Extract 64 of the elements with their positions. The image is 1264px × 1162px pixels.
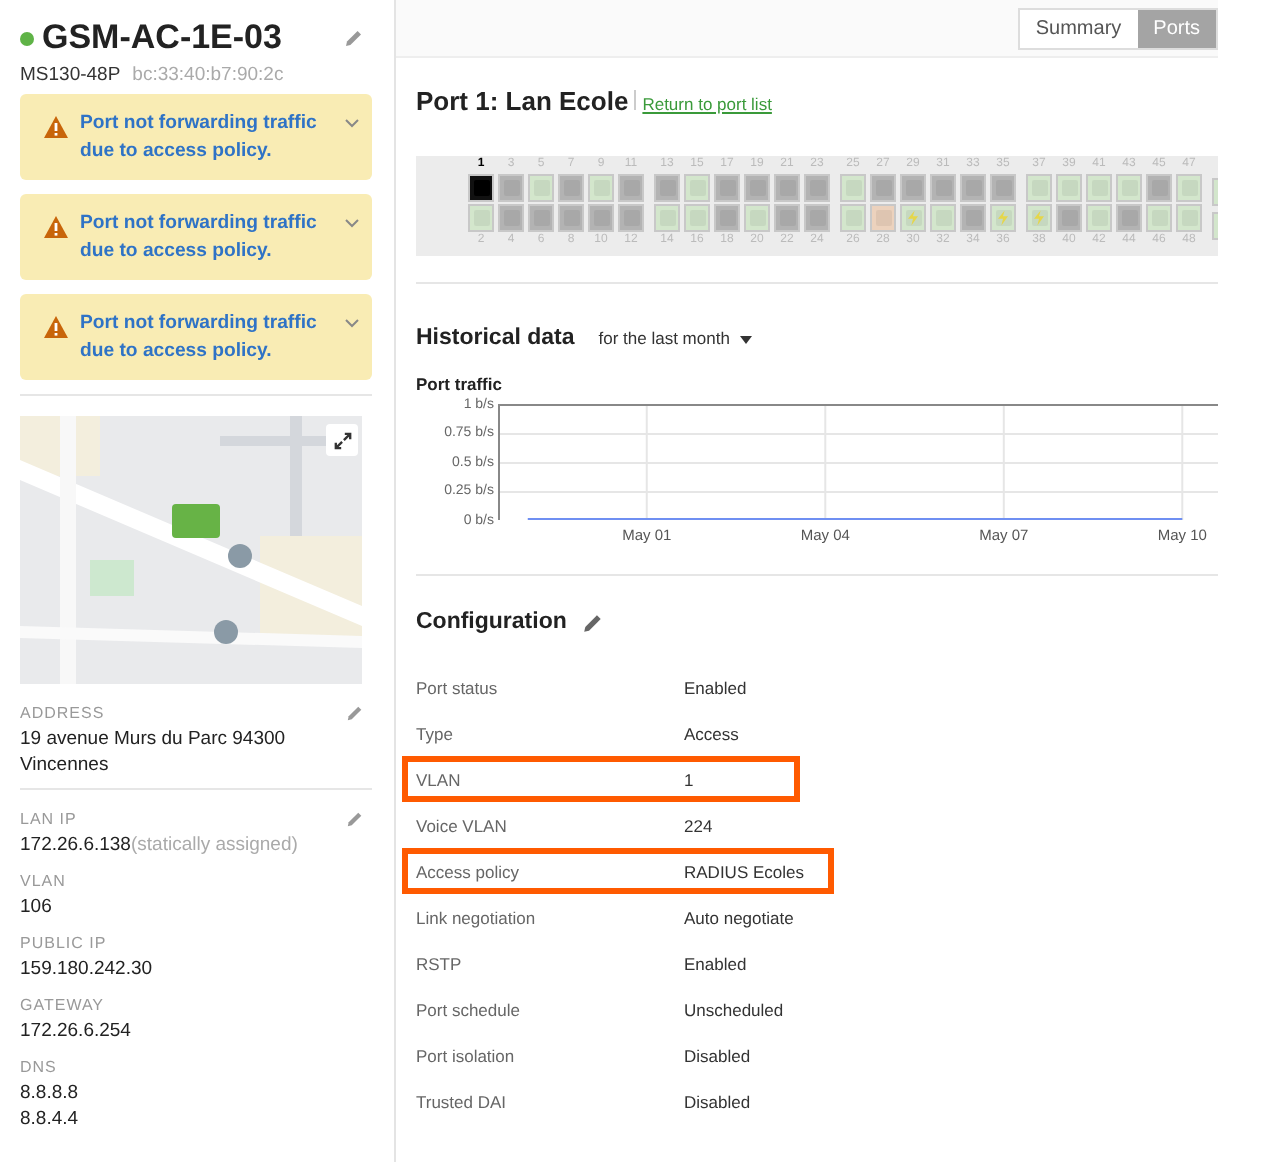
edit-icon[interactable]	[582, 611, 605, 633]
field-note: (statically assigned)	[130, 832, 298, 858]
field-label: LAN IP	[20, 810, 77, 828]
alert-message: Port not forwarding traffic due to access policy.	[80, 110, 319, 166]
lightning-icon	[998, 210, 1008, 226]
config-value: RADIUS Ecoles	[684, 861, 804, 881]
warning-icon	[44, 316, 68, 338]
device-model: MS130-48P	[20, 64, 121, 86]
field-label: ADDRESS	[20, 704, 105, 722]
expand-icon	[333, 431, 351, 449]
caret-icon	[740, 335, 753, 344]
config-value: Access	[684, 723, 739, 743]
config-value: Disabled	[684, 1091, 751, 1111]
return-link[interactable]: Return to port list	[642, 94, 772, 114]
config-label: Port status	[416, 677, 500, 697]
field-value: 159.180.242.30	[20, 956, 153, 982]
config-value: Enabled	[684, 677, 747, 697]
fullscreen-button[interactable]	[326, 424, 358, 456]
field-label: PUBLIC IP	[20, 934, 107, 952]
config-value: Disabled	[684, 1045, 751, 1065]
alert-message: Port not forwarding traffic due to access policy.	[80, 210, 319, 266]
config-value: Enabled	[684, 953, 747, 973]
field-value: 8.8.4.4	[20, 1106, 79, 1132]
chart-title: Port traffic	[416, 374, 504, 394]
config-label: Port isolation	[416, 1045, 517, 1065]
config-label: RSTP	[416, 953, 464, 973]
field-value: 172.26.6.254	[20, 1018, 131, 1044]
chevron-icon[interactable]	[344, 318, 360, 328]
config-label: Link negotiation	[416, 907, 538, 927]
config-label: Type	[416, 723, 455, 743]
chevron-icon[interactable]	[344, 118, 360, 128]
edit-icon[interactable]	[344, 28, 364, 48]
alert-message: Port not forwarding traffic due to access policy.	[80, 310, 319, 366]
edit-icon[interactable]	[346, 810, 364, 828]
section-title: Configuration	[416, 610, 567, 634]
config-label: Trusted DAI	[416, 1091, 509, 1111]
field-value: 172.26.6.138	[20, 832, 131, 858]
config-value: Auto negotiate	[684, 907, 794, 927]
warning-icon	[44, 116, 68, 138]
field-label: VLAN	[20, 872, 66, 890]
config-value: 1	[684, 769, 694, 789]
mac-address: bc:33:40:b7:90:2c	[132, 64, 284, 86]
config-label: Port schedule	[416, 999, 522, 1019]
config-value: 224	[684, 815, 713, 835]
range-dropdown[interactable]: for the last month	[598, 328, 753, 348]
field-value: 19 avenue Murs du Parc 94300 Vincennes	[20, 726, 288, 778]
port[interactable]	[468, 174, 494, 202]
edit-icon[interactable]	[346, 704, 364, 722]
config-value: Unscheduled	[684, 999, 784, 1019]
field-value: 8.8.8.8	[20, 1080, 79, 1106]
device-name: GSM-AC-1E-03	[42, 18, 282, 58]
config-label: VLAN	[416, 769, 463, 789]
warning-icon	[44, 216, 68, 238]
port-title: Port 1: Lan Ecole	[416, 86, 629, 116]
section-title: Historical data	[416, 326, 575, 350]
field-label: DNS	[20, 1058, 57, 1076]
field-label: GATEWAY	[20, 996, 105, 1014]
config-label: Voice VLAN	[416, 815, 509, 835]
lightning-icon	[908, 210, 918, 226]
field-value: 106	[20, 894, 52, 920]
chevron-icon[interactable]	[344, 218, 360, 228]
lightning-icon	[1034, 210, 1044, 226]
config-label: Access policy	[416, 861, 521, 881]
tab[interactable]: Summary	[1019, 9, 1138, 47]
